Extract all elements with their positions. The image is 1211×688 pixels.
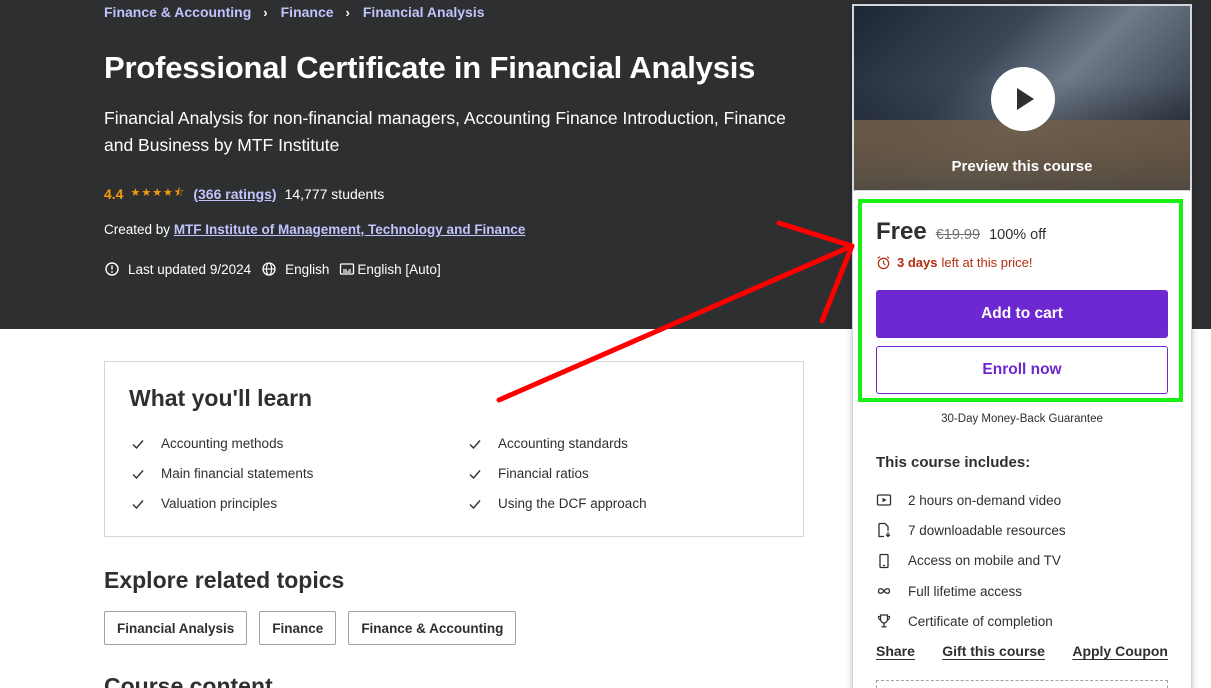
- red-arrow-annotation: [496, 220, 855, 403]
